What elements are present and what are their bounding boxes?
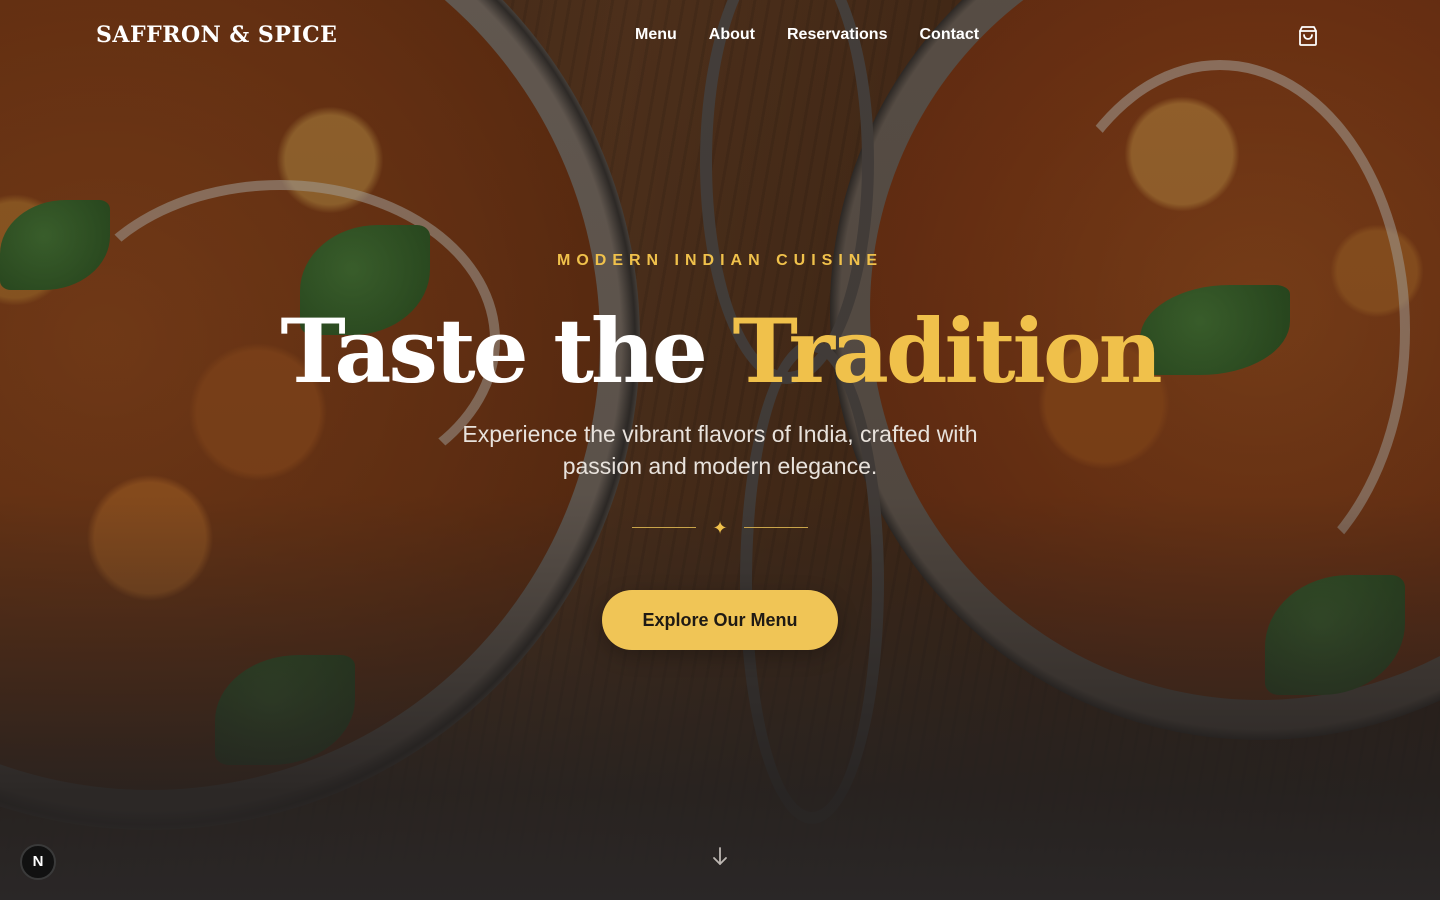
nav-link-contact[interactable]: Contact [919, 26, 979, 44]
sparkle-icon: ✦ [712, 518, 728, 538]
nav-link-reservations[interactable]: Reservations [787, 26, 888, 44]
arrow-down-icon[interactable] [708, 844, 732, 868]
hero-subtitle: Experience the vibrant flavors of India,… [462, 421, 978, 479]
nav-link-menu[interactable]: Menu [635, 26, 677, 44]
nav-links: Menu About Reservations Contact [635, 26, 979, 44]
hero-eyebrow: MODERN INDIAN CUISINE [556, 252, 883, 269]
top-navigation: SAFFRON & SPICE Menu About Reservations … [0, 0, 1440, 72]
hero-headline: Taste the Tradition [0, 296, 1440, 406]
ornamental-divider: ✦ [632, 516, 808, 540]
nextjs-badge-icon[interactable]: N [20, 844, 56, 880]
divider-line-left [632, 527, 696, 528]
nav-link-about[interactable]: About [709, 26, 755, 44]
shopping-bag-icon[interactable] [1296, 24, 1320, 48]
headline-main: Taste the [280, 299, 708, 403]
divider-line-right [744, 527, 808, 528]
explore-menu-button[interactable]: Explore Our Menu [602, 590, 838, 650]
headline-accent: Tradition [732, 299, 1162, 403]
brand-logo[interactable]: SAFFRON & SPICE [96, 22, 337, 48]
